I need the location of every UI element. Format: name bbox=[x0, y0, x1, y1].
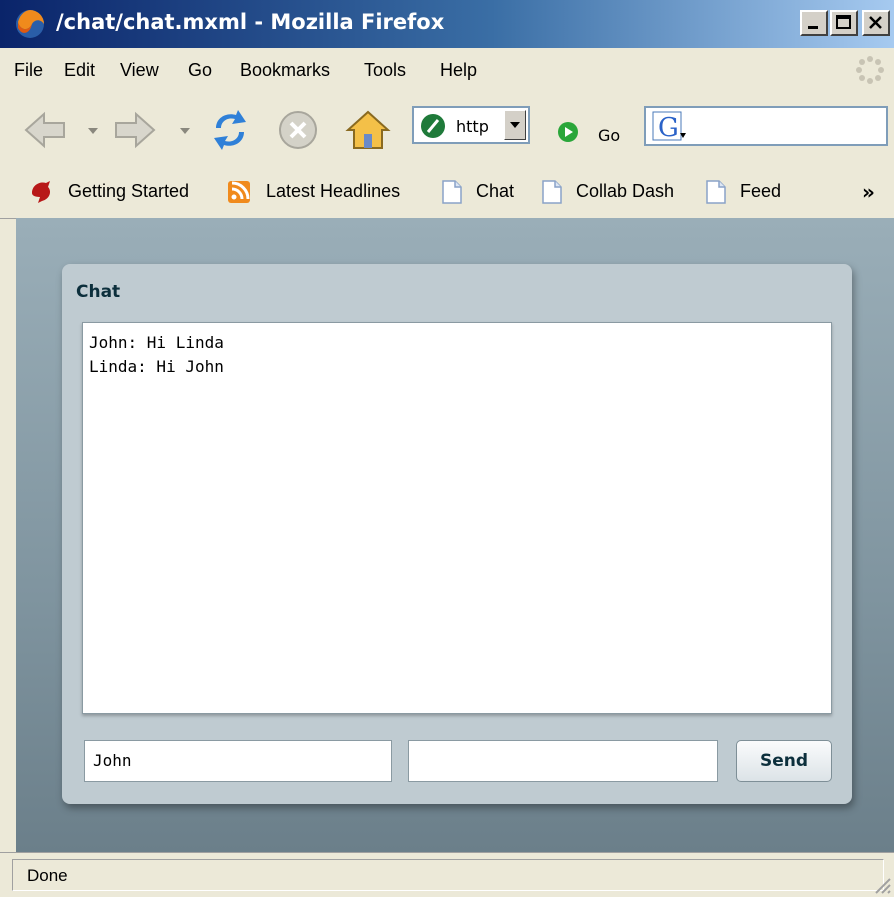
menu-help[interactable]: Help bbox=[440, 60, 477, 81]
menu-view[interactable]: View bbox=[120, 60, 159, 81]
window-title: /chat/chat.mxml - Mozilla Firefox bbox=[56, 10, 445, 34]
reload-icon[interactable] bbox=[206, 106, 254, 154]
resize-grip-icon[interactable] bbox=[872, 875, 892, 895]
bookmarks-overflow-button[interactable]: » bbox=[862, 180, 875, 204]
search-bar[interactable]: G bbox=[644, 106, 888, 146]
google-search-icon: G bbox=[652, 111, 686, 143]
home-icon[interactable] bbox=[344, 106, 392, 154]
menu-go[interactable]: Go bbox=[188, 60, 212, 81]
firefox-bookmark-icon bbox=[32, 181, 50, 203]
url-dropdown-button[interactable] bbox=[504, 110, 526, 140]
status-cell: Done bbox=[12, 859, 884, 891]
page-icon bbox=[442, 180, 462, 204]
message-input[interactable] bbox=[408, 740, 718, 782]
bookmark-collab-dash[interactable]: Collab Dash bbox=[576, 181, 674, 202]
menu-tools[interactable]: Tools bbox=[364, 60, 406, 81]
go-button[interactable]: Go bbox=[598, 126, 620, 145]
chat-log[interactable]: John: Hi Linda Linda: Hi John bbox=[82, 322, 832, 714]
title-bar: /chat/chat.mxml - Mozilla Firefox bbox=[0, 0, 894, 48]
bookmarks-toolbar: Getting Started Latest Headlines Chat Co… bbox=[0, 168, 894, 219]
menu-bar: File Edit View Go Bookmarks Tools Help bbox=[0, 48, 894, 93]
bookmark-getting-started[interactable]: Getting Started bbox=[68, 181, 189, 202]
chat-panel: Chat John: Hi Linda Linda: Hi John John … bbox=[62, 264, 852, 804]
menu-bookmarks[interactable]: Bookmarks bbox=[240, 60, 330, 81]
close-button[interactable] bbox=[862, 10, 890, 36]
navigation-toolbar: http Go G bbox=[0, 92, 894, 169]
url-text: http bbox=[456, 117, 489, 136]
forward-arrow-icon[interactable] bbox=[110, 106, 158, 154]
minimize-icon bbox=[808, 26, 818, 29]
chat-message: John: Hi Linda bbox=[89, 333, 224, 352]
browser-window: /chat/chat.mxml - Mozilla Firefox File E… bbox=[0, 0, 894, 897]
forward-dropdown-icon[interactable] bbox=[180, 128, 190, 134]
page-icon bbox=[706, 180, 726, 204]
rss-feed-icon bbox=[228, 181, 250, 203]
site-icon bbox=[421, 114, 445, 138]
stop-icon[interactable] bbox=[274, 106, 322, 154]
go-icon[interactable] bbox=[556, 120, 580, 144]
url-bar[interactable]: http bbox=[412, 106, 530, 144]
name-input[interactable]: John bbox=[84, 740, 392, 782]
back-arrow-icon[interactable] bbox=[22, 106, 70, 154]
menu-edit[interactable]: Edit bbox=[64, 60, 95, 81]
page-content: Chat John: Hi Linda Linda: Hi John John … bbox=[16, 218, 894, 852]
send-button[interactable]: Send bbox=[736, 740, 832, 782]
firefox-icon bbox=[16, 10, 44, 38]
bookmark-feed[interactable]: Feed bbox=[740, 181, 781, 202]
close-icon bbox=[869, 16, 882, 29]
search-input[interactable] bbox=[692, 116, 872, 136]
back-dropdown-icon[interactable] bbox=[88, 128, 98, 134]
menu-file[interactable]: File bbox=[14, 60, 43, 81]
bookmark-latest-headlines[interactable]: Latest Headlines bbox=[266, 181, 400, 202]
bookmark-chat[interactable]: Chat bbox=[476, 181, 514, 202]
chevron-down-icon bbox=[510, 122, 520, 128]
minimize-button[interactable] bbox=[800, 10, 828, 36]
panel-title: Chat bbox=[76, 282, 121, 302]
page-icon bbox=[542, 180, 562, 204]
chat-message: Linda: Hi John bbox=[89, 357, 224, 376]
maximize-button[interactable] bbox=[830, 10, 858, 36]
svg-text:G: G bbox=[658, 113, 679, 143]
status-text: Done bbox=[27, 866, 68, 885]
status-bar: Done bbox=[0, 852, 894, 897]
throbber-icon bbox=[856, 56, 884, 84]
maximize-icon bbox=[836, 15, 851, 29]
